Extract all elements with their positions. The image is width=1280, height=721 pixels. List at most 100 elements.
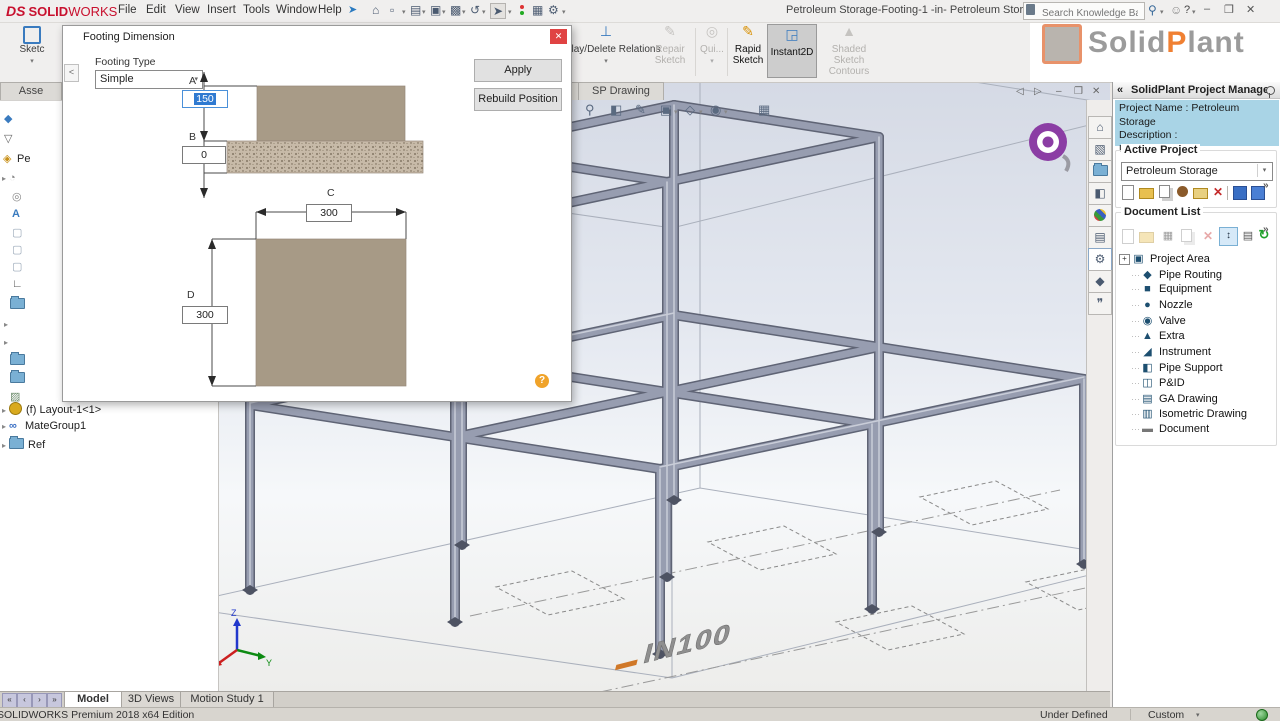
doc-delete-icon[interactable]: ✕ [1201, 229, 1215, 243]
home-icon[interactable]: ⌂ [372, 3, 379, 17]
new-file-caret-icon[interactable]: ▾ [402, 8, 406, 16]
tree-item-ref[interactable]: ▸Ref [2, 438, 45, 453]
assembly-root-icon[interactable]: ◈ [3, 152, 11, 165]
component-icon[interactable]: ▢ [12, 226, 22, 239]
instant2d-button[interactable]: ◲ Instant2D [767, 24, 817, 78]
combo-caret-icon[interactable]: ▾ [1257, 164, 1271, 177]
restore-button[interactable]: ❐ [1224, 3, 1234, 16]
doc-tree-item-valve[interactable]: ⋯◉Valve [1131, 314, 1186, 330]
solidplant-machine-icon[interactable]: ⚙ [1088, 248, 1112, 271]
doc-tree-item-pipe-support[interactable]: ⋯◧Pipe Support [1131, 361, 1223, 377]
shaded-sketch-contours-button[interactable]: ▲ Shaded Sketch Contours [818, 22, 880, 77]
view-palette-icon[interactable]: ◧ [1088, 182, 1112, 205]
pane-next-icon[interactable]: ▷ [1034, 86, 1042, 97]
doc-open-icon[interactable] [1139, 229, 1153, 243]
appearances-scenes-icon[interactable] [1088, 204, 1112, 227]
search-input[interactable] [1040, 7, 1140, 20]
tree-item-layout[interactable]: ▸(f) Layout-1<1> [2, 402, 101, 417]
dim-a-input[interactable]: 150 [182, 90, 228, 108]
sketch-button[interactable]: Sketc ▾ [4, 22, 60, 67]
copy-project-icon[interactable] [1157, 185, 1171, 199]
menu-edit[interactable]: Edit [146, 4, 166, 16]
doc-sort-toggle[interactable]: ↕ [1219, 227, 1238, 246]
doc-tree-item-extra[interactable]: ⋯▲Extra [1131, 330, 1185, 346]
pin-menu-icon[interactable]: ➤ [348, 3, 357, 16]
custom-properties-icon[interactable]: ▤ [1088, 226, 1112, 249]
scene-icon[interactable]: ▦ [758, 102, 770, 118]
open-file-icon[interactable]: ▤ [410, 3, 421, 17]
repair-sketch-button[interactable]: ✎ Repair Sketch [645, 22, 695, 66]
active-project-select[interactable]: Petroleum Storage ▾ [1121, 162, 1273, 181]
expand-plus-icon[interactable]: + [1119, 254, 1130, 265]
options-caret-icon[interactable]: ▾ [562, 8, 566, 16]
help-button[interactable]: ? [1184, 4, 1190, 16]
tab-model[interactable]: Model [64, 692, 122, 708]
view-orientation-caret-icon[interactable]: ▾ [674, 108, 678, 116]
undo-caret-icon[interactable]: ▾ [482, 8, 486, 16]
undo-icon[interactable]: ↺ [470, 3, 480, 17]
open-project-icon[interactable] [1139, 185, 1153, 199]
new-file-icon[interactable]: ▫ [390, 3, 394, 17]
user-icon[interactable]: ☺ [1170, 3, 1182, 17]
sensors-icon[interactable]: ◎ [12, 190, 22, 203]
expand-icon[interactable]: ▸ [4, 338, 8, 347]
viewport-close-icon[interactable]: ✕ [1092, 86, 1100, 97]
expand-icon[interactable]: ▸ [4, 320, 8, 329]
dim-b-input[interactable]: 0 [182, 146, 226, 164]
print-icon[interactable]: ▩ [450, 3, 461, 17]
doc-properties-icon[interactable] [1121, 229, 1135, 243]
rebuild-traffic-icon[interactable] [520, 5, 524, 9]
doc-tree-item-ga-drawing[interactable]: ⋯▤GA Drawing [1131, 392, 1218, 408]
doc-tree-item-isometric-drawing[interactable]: ⋯▥Isometric Drawing [1131, 407, 1247, 423]
open-file-caret-icon[interactable]: ▾ [422, 8, 426, 16]
measure-icon[interactable]: ✎ [635, 102, 646, 118]
doc-tree-item-project-area[interactable]: +▣Project Area [1119, 252, 1210, 268]
tab-motion-study[interactable]: Motion Study 1 [180, 692, 274, 708]
file-explorer-icon[interactable] [1088, 160, 1112, 183]
menu-window[interactable]: Window [276, 4, 317, 16]
display-style-caret-icon[interactable]: ▾ [699, 108, 703, 116]
print-caret-icon[interactable]: ▾ [462, 8, 466, 16]
new-project-icon[interactable] [1121, 185, 1135, 199]
dialog-help-button[interactable]: ? [535, 374, 549, 388]
pane-previous-icon[interactable]: ◁ [1016, 86, 1024, 97]
panel-collapse-button[interactable]: « [1117, 82, 1123, 98]
tab-3d-views[interactable]: 3D Views [121, 692, 181, 708]
delete-project-icon[interactable]: ✕ [1211, 185, 1225, 199]
quick-snaps-button[interactable]: ◎ Qui... ▾ [698, 22, 726, 67]
component-icon[interactable]: ▢ [12, 260, 22, 273]
menu-tools[interactable]: Tools [243, 4, 270, 16]
configuration-label[interactable]: Custom [1148, 709, 1184, 721]
tab-scroll-prev-button[interactable]: ‹ [17, 693, 32, 708]
annotations-icon[interactable]: A [12, 208, 20, 220]
options-gear-icon[interactable]: ⚙ [548, 3, 559, 17]
properties-table-icon[interactable]: ▦ [532, 3, 543, 17]
display-style-icon[interactable]: ◇ [685, 102, 695, 118]
doc-report-icon[interactable]: ▤ [1241, 229, 1255, 243]
panel-pin-icon[interactable] [1266, 86, 1275, 95]
menu-insert[interactable]: Insert [207, 4, 236, 16]
tab-scroll-next-button[interactable]: › [32, 693, 47, 708]
active-project-more-button[interactable]: » [1263, 180, 1269, 191]
folder-icon[interactable] [10, 372, 25, 383]
section-view-icon[interactable]: ◧ [610, 102, 622, 118]
doc-tree-item-pid[interactable]: ⋯◫P&ID [1131, 376, 1185, 392]
hide-show-icon[interactable]: ◉ [710, 102, 721, 118]
export-project-icon[interactable] [1193, 185, 1207, 199]
tab-sp-drawing[interactable]: SP Drawing [578, 82, 664, 100]
featuremanager-tab-icon[interactable]: ◆ [4, 112, 12, 125]
configuration-caret-icon[interactable]: ▾ [1196, 711, 1200, 719]
viewport-restore-icon[interactable]: ❐ [1074, 86, 1083, 97]
doc-stack-icon[interactable] [1179, 229, 1193, 243]
tab-assembly[interactable]: Asse [0, 82, 62, 100]
doc-tree-item-document[interactable]: ⋯▬Document [1131, 423, 1209, 439]
doc-tree-item-equipment[interactable]: ⋯■Equipment [1131, 283, 1212, 299]
design-library-icon[interactable]: ▧ [1088, 138, 1112, 161]
dim-d-input[interactable]: 300 [182, 306, 228, 324]
document-list-more-button[interactable]: » [1263, 224, 1269, 235]
hide-show-caret-icon[interactable]: ▾ [724, 108, 728, 116]
dim-c-input[interactable]: 300 [306, 204, 352, 222]
folder-icon[interactable] [10, 354, 25, 365]
menu-view[interactable]: View [175, 4, 200, 16]
menu-file[interactable]: File [118, 4, 137, 16]
